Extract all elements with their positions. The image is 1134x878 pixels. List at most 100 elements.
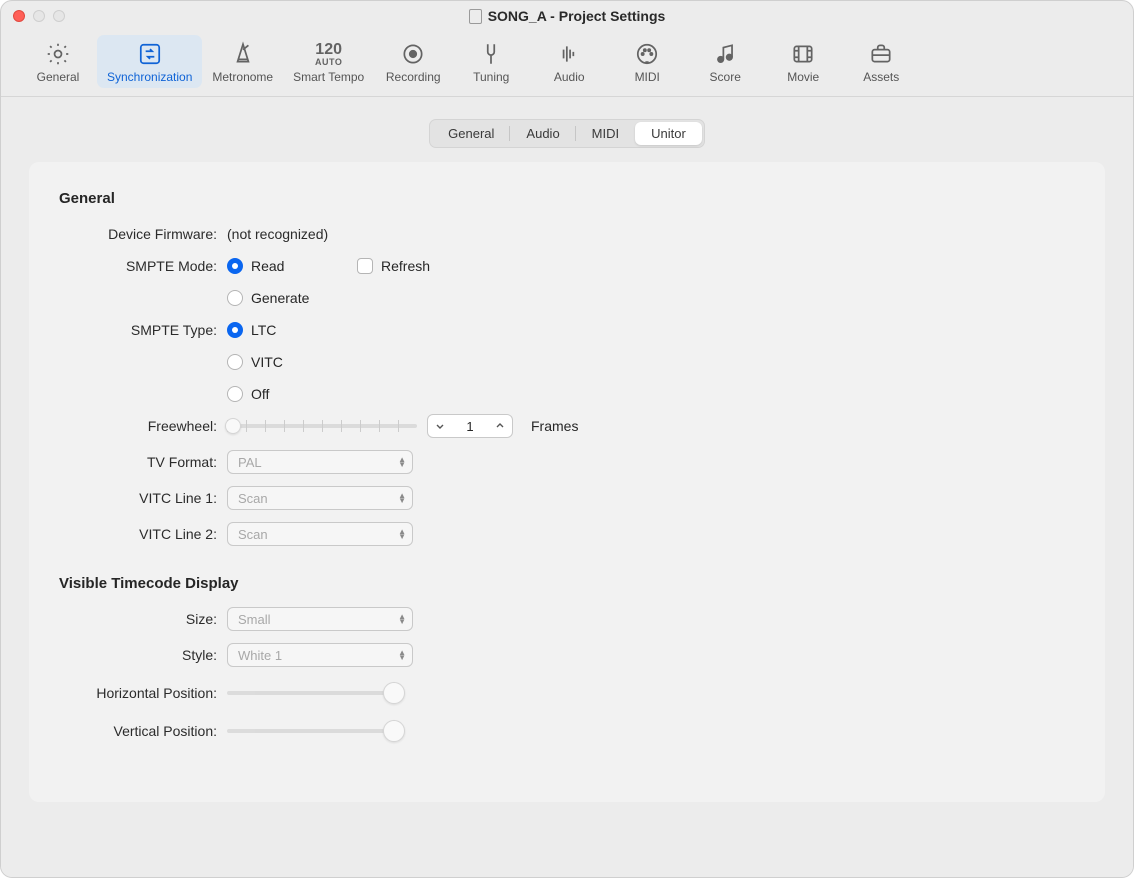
sync-icon	[137, 41, 163, 67]
toolbar-label: Movie	[787, 70, 819, 84]
toolbar-label: Audio	[554, 70, 585, 84]
subtab-unitor[interactable]: Unitor	[635, 122, 702, 145]
toolbar-recording[interactable]: Recording	[374, 35, 452, 88]
freewheel-value: 1	[452, 419, 488, 434]
row-smpte-type-3: Off	[59, 379, 1075, 409]
row-tv-format: TV Format: PAL ▲▼	[59, 447, 1075, 477]
freewheel-label: Freewheel:	[59, 418, 227, 434]
movie-icon	[790, 41, 816, 67]
midi-icon	[634, 41, 660, 67]
radio-ltc[interactable]: LTC	[227, 322, 347, 338]
toolbar-label: Smart Tempo	[293, 70, 364, 84]
firmware-value: (not recognized)	[227, 226, 328, 242]
toolbar: General Synchronization Metronome 120 AU…	[1, 31, 1133, 97]
score-icon	[712, 41, 738, 67]
radio-smpte-generate[interactable]: Generate	[227, 290, 347, 306]
tempo-number: 120	[315, 42, 342, 58]
smpte-type-label: SMPTE Type:	[59, 322, 227, 338]
checkbox-box-icon	[357, 258, 373, 274]
freewheel-slider[interactable]	[227, 416, 417, 436]
checkbox-label: Refresh	[381, 258, 430, 274]
toolbar-label: MIDI	[635, 70, 660, 84]
toolbar-label: Assets	[863, 70, 899, 84]
row-freewheel: Freewheel: 1 Fram	[59, 411, 1075, 441]
size-select[interactable]: Small ▲▼	[227, 607, 413, 631]
row-vitc1: VITC Line 1: Scan ▲▼	[59, 483, 1075, 513]
radio-vitc[interactable]: VITC	[227, 354, 347, 370]
chevron-up-icon[interactable]	[488, 421, 512, 431]
section-heading-tcdisplay: Visible Timecode Display	[59, 575, 1075, 592]
tempo-icon: 120 AUTO	[315, 42, 342, 67]
content: General Audio MIDI Unitor General Device…	[1, 97, 1133, 877]
radio-label: Read	[251, 258, 284, 274]
radio-dot-icon	[227, 386, 243, 402]
updown-icon: ▲▼	[398, 614, 406, 624]
vpos-label: Vertical Position:	[59, 723, 227, 739]
hpos-label: Horizontal Position:	[59, 685, 227, 701]
toolbar-movie[interactable]: Movie	[764, 35, 842, 88]
row-smpte-type-2: VITC	[59, 347, 1075, 377]
updown-icon: ▲▼	[398, 650, 406, 660]
tv-format-label: TV Format:	[59, 454, 227, 470]
waveform-icon	[556, 41, 582, 67]
style-label: Style:	[59, 647, 227, 663]
row-smpte-mode-2: Generate	[59, 283, 1075, 313]
record-icon	[400, 41, 426, 67]
toolbar-midi[interactable]: MIDI	[608, 35, 686, 88]
row-firmware: Device Firmware: (not recognized)	[59, 219, 1075, 249]
toolbar-label: Tuning	[473, 70, 509, 84]
section-heading-general: General	[59, 190, 1075, 207]
toolbar-metronome[interactable]: Metronome	[202, 35, 283, 88]
briefcase-icon	[868, 41, 894, 67]
toolbar-score[interactable]: Score	[686, 35, 764, 88]
metronome-icon	[230, 41, 256, 67]
freewheel-stepper[interactable]: 1	[427, 414, 513, 438]
updown-icon: ▲▼	[398, 493, 406, 503]
radio-smpte-read[interactable]: Read	[227, 258, 347, 274]
toolbar-general[interactable]: General	[19, 35, 97, 88]
document-icon	[469, 9, 482, 24]
radio-dot-icon	[227, 290, 243, 306]
updown-icon: ▲▼	[398, 457, 406, 467]
radio-off[interactable]: Off	[227, 386, 347, 402]
subtabs: General Audio MIDI Unitor	[29, 119, 1105, 148]
subtab-midi[interactable]: MIDI	[576, 122, 635, 145]
vitc1-select[interactable]: Scan ▲▼	[227, 486, 413, 510]
row-hpos: Horizontal Position:	[59, 678, 1075, 708]
row-smpte-type: SMPTE Type: LTC	[59, 315, 1075, 345]
radio-label: Off	[251, 386, 269, 402]
titlebar: SONG_A - Project Settings	[1, 1, 1133, 31]
row-vitc2: VITC Line 2: Scan ▲▼	[59, 519, 1075, 549]
style-select[interactable]: White 1 ▲▼	[227, 643, 413, 667]
size-label: Size:	[59, 611, 227, 627]
row-size: Size: Small ▲▼	[59, 604, 1075, 634]
vpos-slider[interactable]	[227, 721, 403, 741]
row-smpte-mode: SMPTE Mode: Read Refresh	[59, 251, 1075, 281]
smpte-mode-label: SMPTE Mode:	[59, 258, 227, 274]
toolbar-smart-tempo[interactable]: 120 AUTO Smart Tempo	[283, 35, 374, 88]
subtab-audio[interactable]: Audio	[510, 122, 575, 145]
settings-panel: General Device Firmware: (not recognized…	[29, 162, 1105, 802]
chevron-down-icon[interactable]	[428, 421, 452, 431]
row-style: Style: White 1 ▲▼	[59, 640, 1075, 670]
toolbar-label: Score	[710, 70, 741, 84]
radio-label: Generate	[251, 290, 309, 306]
checkbox-smpte-refresh[interactable]: Refresh	[357, 258, 477, 274]
radio-label: LTC	[251, 322, 276, 338]
toolbar-assets[interactable]: Assets	[842, 35, 920, 88]
radio-dot-icon	[227, 354, 243, 370]
subtab-general[interactable]: General	[432, 122, 510, 145]
toolbar-synchronization[interactable]: Synchronization	[97, 35, 202, 88]
window-title: SONG_A - Project Settings	[1, 8, 1133, 24]
vitc1-label: VITC Line 1:	[59, 490, 227, 506]
toolbar-audio[interactable]: Audio	[530, 35, 608, 88]
hpos-slider[interactable]	[227, 683, 403, 703]
updown-icon: ▲▼	[398, 529, 406, 539]
window-root: SONG_A - Project Settings General Synchr…	[0, 0, 1134, 878]
tv-format-select[interactable]: PAL ▲▼	[227, 450, 413, 474]
toolbar-label: General	[37, 70, 80, 84]
gear-icon	[45, 41, 71, 67]
toolbar-tuning[interactable]: Tuning	[452, 35, 530, 88]
vitc2-select[interactable]: Scan ▲▼	[227, 522, 413, 546]
select-value: PAL	[238, 455, 262, 470]
